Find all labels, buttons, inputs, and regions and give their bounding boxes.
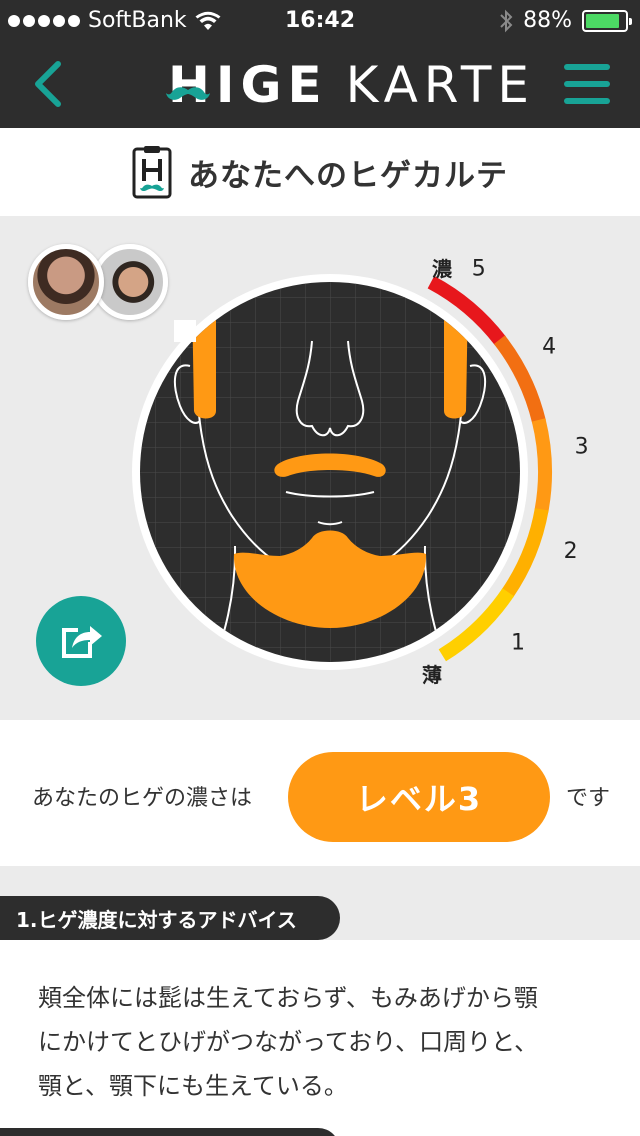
battery-percent: 88% <box>523 8 572 33</box>
status-right: 88% <box>499 8 632 33</box>
user-photo-front[interactable] <box>28 244 104 320</box>
ring-notch <box>174 320 196 342</box>
logo-karte: KARTE <box>345 56 536 114</box>
app-logo: HIGE KARTE <box>166 50 536 120</box>
share-icon <box>62 626 102 658</box>
scale-number-5: 5 <box>472 256 486 281</box>
status-bar: SoftBank 16:42 88% <box>0 0 640 40</box>
result-prefix: あなたのヒゲの濃さは <box>32 786 253 811</box>
mustache-icon <box>166 87 210 100</box>
advice-line: 頬全体には髭は生えておらず、もみあげから顎 <box>38 984 538 1012</box>
share-button[interactable] <box>36 596 126 686</box>
bluetooth-icon <box>500 9 513 32</box>
battery-level-fill <box>586 13 620 28</box>
scale-number-2: 2 <box>564 539 578 564</box>
page-title: あなたへのヒゲカルテ <box>188 157 508 194</box>
advice-body: 頬全体には髭は生えておらず、もみあげから顎 にかけてとひげがつながっており、口周… <box>0 940 640 1136</box>
logo-hige: HIGE <box>166 56 328 114</box>
advice-section-header: 1.ヒゲ濃度に対するアドバイス <box>0 896 340 940</box>
result-row: あなたのヒゲの濃さは レベル3 です <box>0 720 640 866</box>
advice-line: 顎と、顎下にも生えている。 <box>38 1072 348 1100</box>
advice-text: 頬全体には髭は生えておらず、もみあげから顎 にかけてとひげがつながっており、口周… <box>38 976 598 1108</box>
scale-top-label: 濃 <box>432 257 453 281</box>
beard-chart-area: 濃 薄 5 4 3 2 1 <box>0 216 640 720</box>
next-section-header <box>0 1128 340 1136</box>
clipboard-icon <box>132 146 172 199</box>
scale-number-3: 3 <box>575 435 589 460</box>
battery-icon <box>582 9 632 32</box>
page-title-row: あなたへのヒゲカルテ <box>0 128 640 216</box>
navigation-bar: HIGE KARTE <box>0 40 640 128</box>
scale-bottom-label: 薄 <box>422 663 442 687</box>
hamburger-menu-icon[interactable] <box>564 64 610 104</box>
level-badge: レベル3 <box>288 752 550 842</box>
back-arrow-icon[interactable] <box>26 58 78 110</box>
scale-number-4: 4 <box>542 335 556 360</box>
result-suffix: です <box>566 786 611 811</box>
scale-segment-3 <box>531 418 552 513</box>
scale-number-1: 1 <box>511 630 525 655</box>
advice-line: にかけてとひげがつながっており、口周りと、 <box>38 1028 539 1056</box>
